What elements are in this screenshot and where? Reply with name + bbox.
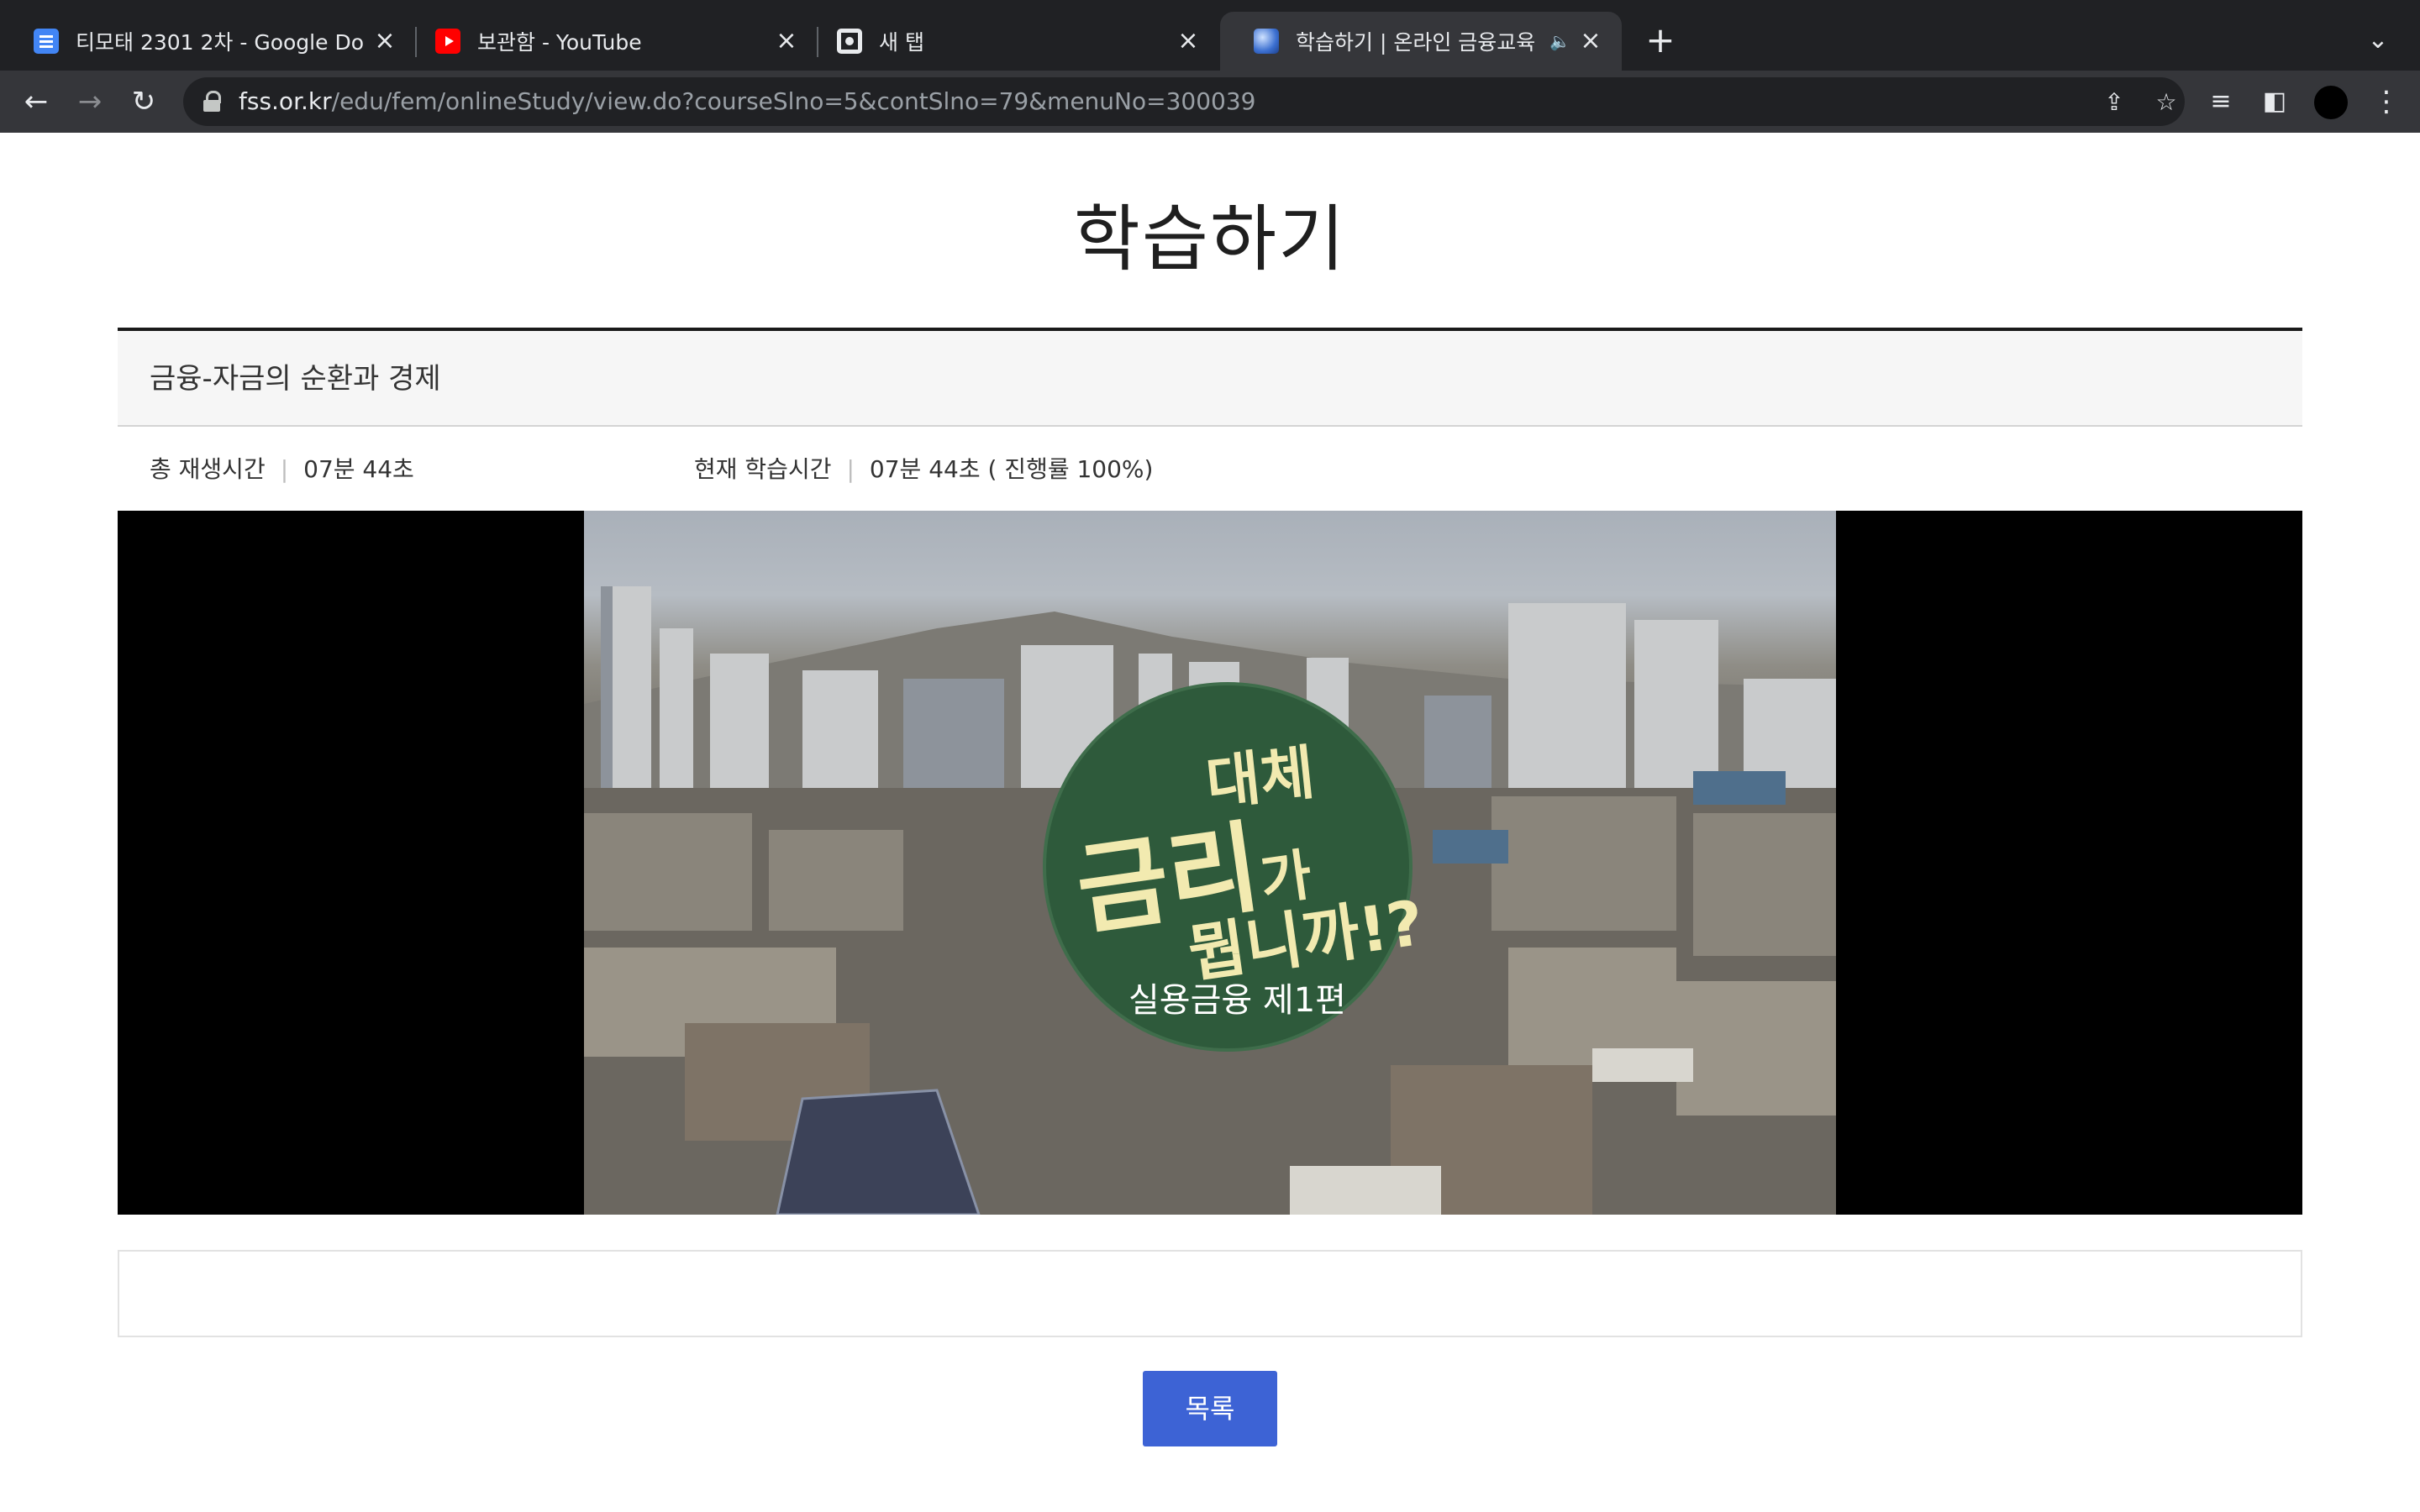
back-button[interactable]: ← xyxy=(15,81,57,123)
url-host: fss.or.kr xyxy=(239,87,332,115)
page-content: 학습하기 금융-자금의 순환과 경제 총 재생시간 | 07분 44초 현재 학습시… xyxy=(0,133,2420,1512)
close-icon[interactable]: × xyxy=(1578,29,1603,54)
reload-button[interactable]: ↻ xyxy=(123,81,165,123)
tab-study-active[interactable]: 학습하기 | 온라인 금융교육 | 금 🔈 × xyxy=(1220,12,1622,71)
study-time-row: 총 재생시간 | 07분 44초 현재 학습시간 | 07분 44초 ( 진행률 100… xyxy=(118,428,2302,511)
tab-search-chevron-icon[interactable]: ⌄ xyxy=(2361,24,2395,57)
tab-title: 티모태 2301 2차 - Google Docs xyxy=(76,30,364,55)
page-title: 학습하기 xyxy=(1073,197,1347,281)
total-play-time: 총 재생시간 | 07분 44초 xyxy=(150,428,414,511)
total-time-value: 07분 44초 xyxy=(303,455,414,483)
browser-tab-strip: 티모태 2301 2차 - Google Docs × 보관함 - YouTub… xyxy=(0,0,2420,71)
current-time-label: 현재 학습시간 xyxy=(694,455,832,483)
list-button[interactable]: 목록 xyxy=(1143,1371,1277,1446)
youtube-icon xyxy=(435,29,460,54)
video-player[interactable]: 대체 금리가 뭡니까!? 실용금융 제1편 xyxy=(118,511,2302,1215)
media-control-icon[interactable]: ≡ xyxy=(2202,82,2240,121)
tab-youtube[interactable]: 보관함 - YouTube × xyxy=(402,12,818,71)
url-path: /edu/fem/onlineStudy/view.do?courseSlno=… xyxy=(331,87,1256,115)
video-frame[interactable]: 대체 금리가 뭡니까!? 실용금융 제1편 xyxy=(584,511,1836,1215)
tab-title: 학습하기 | 온라인 금융교육 | 금 xyxy=(1296,30,1543,55)
url-text[interactable]: fss.or.kr/edu/fem/onlineStudy/view.do?co… xyxy=(239,77,1255,126)
description-box xyxy=(118,1250,2302,1337)
tab-title: 새 탭 xyxy=(879,30,924,55)
tab-google-docs[interactable]: 티모태 2301 2차 - Google Docs × xyxy=(0,12,416,71)
profile-avatar[interactable] xyxy=(2312,84,2349,121)
close-icon[interactable]: × xyxy=(372,29,397,54)
bookmark-star-icon[interactable]: ☆ xyxy=(2149,86,2183,119)
new-tab-button[interactable]: + xyxy=(1642,22,1679,59)
tab-new-tab[interactable]: 새 탭 × xyxy=(803,12,1219,71)
google-docs-icon xyxy=(34,29,59,54)
speaker-icon[interactable]: 🔈 xyxy=(1549,31,1570,51)
address-bar[interactable]: fss.or.kr/edu/fem/onlineStudy/view.do?co… xyxy=(183,77,2185,126)
divider: | xyxy=(280,455,289,483)
course-header: 금융-자금의 순환과 경제 xyxy=(118,328,2302,427)
tab-title: 보관함 - YouTube xyxy=(477,30,642,55)
close-icon[interactable]: × xyxy=(774,29,799,54)
current-time-value: 07분 44초 ( 진행률 100%) xyxy=(869,455,1154,483)
chrome-icon xyxy=(837,29,862,54)
course-title: 금융-자금의 순환과 경제 xyxy=(150,362,441,396)
divider: | xyxy=(846,455,855,483)
side-panel-icon[interactable]: ◧ xyxy=(2255,82,2294,121)
browser-toolbar: ← → ↻ fss.or.kr/edu/fem/onlineStudy/view… xyxy=(0,71,2420,133)
globe-icon xyxy=(1254,29,1279,54)
more-menu-icon[interactable]: ⋮ xyxy=(2370,82,2403,121)
close-icon[interactable]: × xyxy=(1176,29,1201,54)
forward-button[interactable]: → xyxy=(69,81,111,123)
share-icon[interactable]: ⇪ xyxy=(2097,86,2131,119)
badge-line-4: 실용금융 제1편 xyxy=(1128,981,1346,1020)
lock-icon[interactable] xyxy=(202,91,224,113)
total-time-label: 총 재생시간 xyxy=(150,455,266,483)
current-study-time: 현재 학습시간 | 07분 44초 ( 진행률 100%) xyxy=(694,428,1153,511)
